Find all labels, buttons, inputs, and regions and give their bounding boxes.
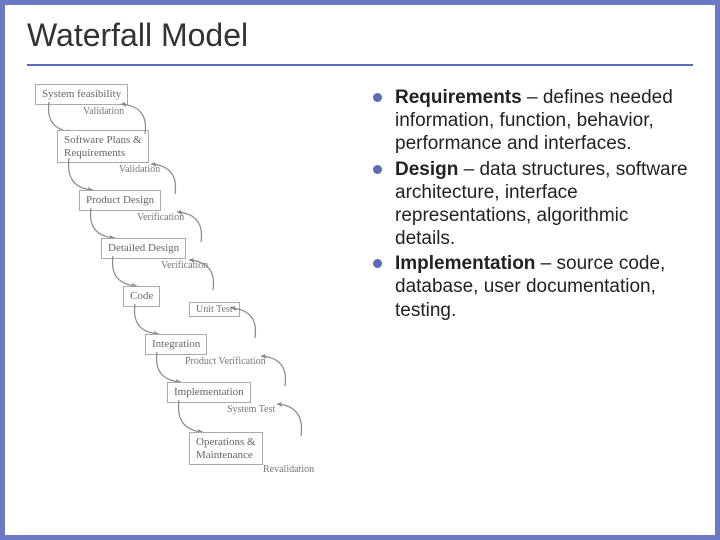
stage-label: Software Plans &Requirements xyxy=(64,134,142,159)
stage-label: Code xyxy=(130,290,153,302)
stage-box: Software Plans &Requirements xyxy=(57,130,149,163)
slide-title: Waterfall Model xyxy=(27,17,693,54)
stage-label: Product Design xyxy=(86,194,154,206)
title-area: Waterfall Model xyxy=(5,5,715,60)
stage-box: System feasibility xyxy=(35,84,128,105)
waterfall-diagram: System feasibility Validation Software P… xyxy=(35,84,355,504)
content-area: System feasibility Validation Software P… xyxy=(5,66,715,522)
stage-box: Implementation xyxy=(167,382,251,403)
stage-box: Operations &Maintenance xyxy=(189,432,263,465)
bullet-list: Requirements – defines needed informatio… xyxy=(373,84,693,504)
stage-sublabel: Product Verification xyxy=(185,356,266,367)
stage-label: Operations &Maintenance xyxy=(196,436,256,461)
stage-sublabel: Verification xyxy=(137,212,184,223)
slide: Waterfall Model System feasibility Valid… xyxy=(5,5,715,535)
stage-label: System feasibility xyxy=(42,88,121,100)
bullet-item: Requirements – defines needed informatio… xyxy=(373,86,693,156)
stage-sublabel: System Test xyxy=(227,404,275,415)
stage-sublabel: Unit Test xyxy=(189,302,240,317)
bullet-item: Design – data structures, software archi… xyxy=(373,158,693,251)
stage-label: Integration xyxy=(152,338,200,350)
arrow-up-icon xyxy=(271,398,311,438)
stage-sublabel: Revalidation xyxy=(263,464,314,475)
bullet-term: Design xyxy=(395,159,458,180)
stage-sublabel: Validation xyxy=(119,164,160,175)
bullet-item: Implementation – source code, database, … xyxy=(373,252,693,322)
stage-box: Integration xyxy=(145,334,207,355)
stage-sublabel: Verification xyxy=(161,260,208,271)
bullet-term: Requirements xyxy=(395,87,522,108)
stage-box: Code xyxy=(123,286,160,307)
bullet-term: Implementation xyxy=(395,253,535,274)
stage-box: Detailed Design xyxy=(101,238,186,259)
stage-label: Detailed Design xyxy=(108,242,179,254)
stage-sublabel: Validation xyxy=(83,106,124,117)
stage-box: Product Design xyxy=(79,190,161,211)
stage-label: Implementation xyxy=(174,386,244,398)
